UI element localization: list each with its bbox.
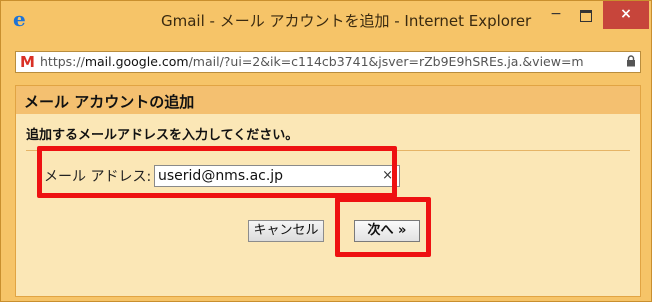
maximize-icon (580, 10, 592, 22)
url-path: /mail/?ui=2&ik=c114cb3741&jsver=rZb9E9hS… (188, 54, 584, 69)
maximize-button[interactable] (571, 1, 601, 29)
title-bar: e Gmail - メール アカウントを追加 - Internet Explor… (1, 1, 651, 43)
close-button[interactable]: × (603, 1, 649, 29)
gmail-m-icon: M (20, 53, 35, 71)
address-bar[interactable]: M https://mail.google.com/mail/?ui=2&ik=… (15, 51, 641, 73)
url-host: mail.google.com (84, 54, 189, 69)
url-text: https://mail.google.com/mail/?ui=2&ik=c1… (40, 54, 584, 70)
browser-window: e Gmail - メール アカウントを追加 - Internet Explor… (0, 0, 652, 302)
minimize-icon: − (550, 6, 562, 22)
ie-icon: e (13, 7, 26, 31)
window-title: Gmail - メール アカウントを追加 - Internet Explorer (161, 12, 532, 30)
lock-icon (627, 55, 635, 67)
url-scheme: https:// (40, 54, 85, 69)
email-highlight-box (37, 146, 397, 198)
dialog-title: メール アカウントの追加 (24, 93, 195, 111)
dialog-header: メール アカウントの追加 (16, 86, 640, 114)
cancel-button[interactable]: キャンセル (248, 220, 324, 242)
next-highlight-box (335, 197, 431, 257)
instruction-text: 追加するメールアドレスを入力してください。 (26, 128, 299, 143)
close-icon: × (620, 6, 632, 22)
minimize-button[interactable]: − (541, 1, 571, 29)
